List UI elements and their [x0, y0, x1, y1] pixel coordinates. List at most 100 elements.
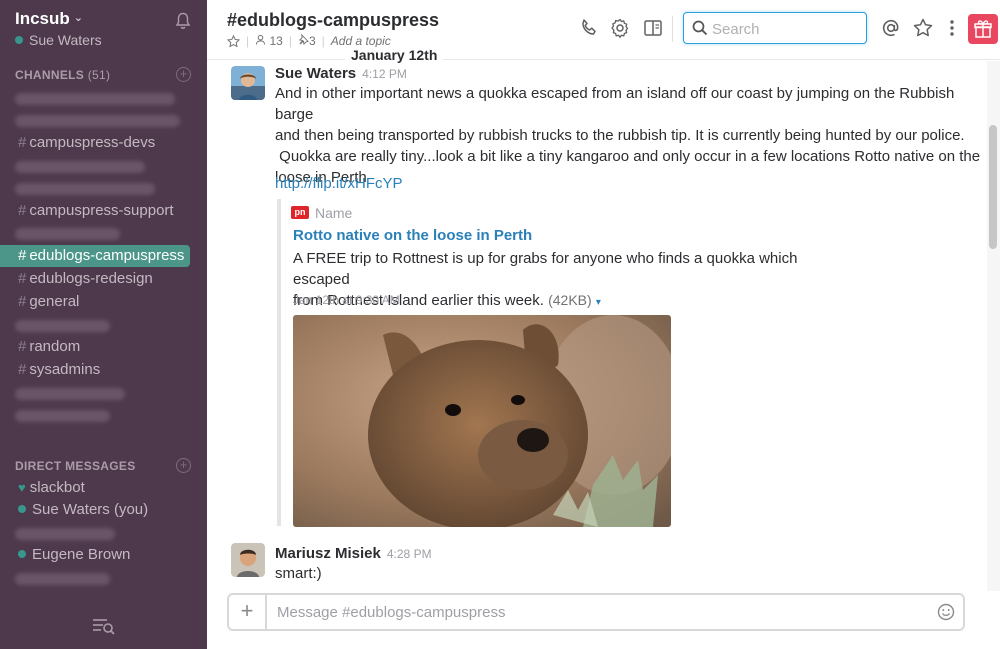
- redacted-channel[interactable]: [15, 93, 175, 105]
- channel-edublogs-redesign[interactable]: # edublogs-redesign: [0, 268, 200, 290]
- channel-header: #edublogs-campuspress | 13 | 3 | Add a t…: [207, 0, 1000, 60]
- channel-label: campuspress-devs: [29, 134, 156, 151]
- message-author[interactable]: Mariusz Misiek 4:28 PM: [275, 545, 432, 562]
- channel-edublogs-campuspress[interactable]: # edublogs-campuspress: [0, 245, 190, 267]
- author-name: Mariusz Misiek: [275, 545, 381, 562]
- chevron-down-icon: ⌄: [73, 12, 84, 24]
- channel-title[interactable]: #edublogs-campuspress: [227, 10, 439, 31]
- channel-label: campuspress-support: [29, 202, 174, 219]
- header-divider: [672, 16, 673, 42]
- message-timestamp[interactable]: 4:28 PM: [387, 547, 432, 561]
- team-name: Incsub: [15, 9, 70, 28]
- sidebar-toggle-icon[interactable]: [642, 17, 664, 39]
- presence-dot: [15, 36, 23, 44]
- gift-button[interactable]: [968, 14, 998, 44]
- dm-heading-label: DIRECT MESSAGES: [15, 459, 136, 473]
- add-file-button[interactable]: +: [229, 595, 267, 629]
- preview-title[interactable]: Rotto native on the loose in Perth: [293, 227, 532, 244]
- avatar[interactable]: [231, 543, 265, 577]
- quokka-photo[interactable]: [293, 315, 671, 527]
- channel-label: edublogs-redesign: [29, 270, 153, 287]
- link-preview: pn Name Rotto native on the loose in Per…: [277, 199, 797, 527]
- redacted-channel[interactable]: [15, 161, 145, 173]
- sidebar: Incsub ⌄ Sue Waters CHANNELS (51) + # camp…: [0, 0, 207, 649]
- emoji-icon[interactable]: [937, 603, 955, 621]
- channel-label: edublogs-campuspress: [29, 247, 185, 264]
- pin-icon: [298, 33, 309, 46]
- redacted-channel[interactable]: [15, 410, 110, 422]
- add-dm-button[interactable]: +: [176, 458, 191, 473]
- channels-heading-label: CHANNELS: [15, 68, 85, 82]
- scroll-thumb[interactable]: [989, 125, 997, 249]
- members-count[interactable]: 13: [255, 34, 283, 48]
- pins-count[interactable]: 3: [298, 33, 316, 48]
- current-user-name: Sue Waters: [29, 32, 102, 48]
- star-outline-icon[interactable]: [227, 34, 240, 48]
- bell-icon[interactable]: [175, 12, 191, 30]
- message-timestamp[interactable]: 4:12 PM: [362, 67, 407, 81]
- message-link[interactable]: http://flip.it/xHFcYP: [275, 175, 403, 192]
- redacted-channel[interactable]: [15, 228, 120, 240]
- collapse-caret-icon[interactable]: ▾: [596, 297, 601, 308]
- phone-icon[interactable]: [578, 17, 600, 39]
- preview-line: A FREE trip to Rottnest is up for grabs …: [293, 250, 798, 288]
- channel-sysadmins[interactable]: # sysadmins: [0, 359, 200, 381]
- search-icon: [692, 20, 708, 36]
- channels-heading[interactable]: CHANNELS (51): [15, 68, 110, 82]
- dm-eugene-brown[interactable]: Eugene Brown: [0, 544, 200, 566]
- avatar[interactable]: [231, 66, 265, 100]
- message-line: and then being transported by rubbish tr…: [275, 127, 965, 144]
- redacted-channel[interactable]: [15, 115, 180, 127]
- channels-count: (51): [87, 68, 111, 82]
- channel-meta: | 13 | 3 | Add a topic: [227, 33, 391, 48]
- channel-general[interactable]: # general: [0, 291, 200, 313]
- dm-label: slackbot: [29, 479, 85, 496]
- message-scrollbar[interactable]: [987, 61, 1000, 591]
- heart-icon: ♥: [18, 480, 26, 495]
- channel-campuspress-devs[interactable]: # campuspress-devs: [0, 132, 200, 154]
- message-body: And in other important news a quokka esc…: [275, 83, 987, 188]
- gift-icon: [974, 20, 992, 38]
- dm-slackbot[interactable]: ♥ slackbot: [0, 477, 200, 499]
- search-box[interactable]: [683, 12, 867, 44]
- person-icon: [255, 34, 266, 45]
- search-input[interactable]: [712, 19, 860, 39]
- current-user[interactable]: Sue Waters: [15, 32, 102, 48]
- message-input[interactable]: [277, 602, 917, 622]
- channel-random[interactable]: # random: [0, 336, 200, 358]
- quick-switcher-icon[interactable]: [92, 617, 116, 635]
- redacted-channel[interactable]: [15, 183, 155, 195]
- author-name: Sue Waters: [275, 65, 357, 82]
- channel-campuspress-support[interactable]: # campuspress-support: [0, 200, 200, 222]
- preview-date: Jan 12th at 9:30 AM: [293, 293, 400, 307]
- add-topic-link[interactable]: Add a topic: [331, 34, 391, 48]
- add-channel-button[interactable]: +: [176, 67, 191, 82]
- dm-label: Sue Waters (you): [32, 501, 149, 518]
- gear-icon[interactable]: [609, 17, 631, 39]
- redacted-channel[interactable]: [15, 388, 125, 400]
- message-line: And in other important news a quokka esc…: [275, 85, 955, 123]
- source-name: Name: [315, 205, 353, 221]
- source-logo-icon: pn: [291, 206, 309, 219]
- channel-label: general: [29, 293, 80, 310]
- redacted-dm[interactable]: [15, 528, 115, 540]
- message-author[interactable]: Sue Waters 4:12 PM: [275, 65, 407, 82]
- mention-icon[interactable]: [880, 17, 902, 39]
- message-body: smart:): [275, 565, 322, 582]
- members-count-value: 13: [269, 34, 283, 48]
- dm-heading[interactable]: DIRECT MESSAGES: [15, 459, 136, 473]
- redacted-channel[interactable]: [15, 320, 110, 332]
- redacted-dm[interactable]: [15, 573, 110, 585]
- more-icon[interactable]: [941, 17, 963, 39]
- channel-label: sysadmins: [29, 361, 101, 378]
- presence-dot: [18, 505, 26, 513]
- dm-sue-waters[interactable]: Sue Waters (you): [0, 499, 200, 521]
- message-list[interactable]: Sue Waters 4:12 PM And in other important…: [207, 61, 987, 591]
- pins-count-value: 3: [308, 34, 316, 48]
- dm-label: Eugene Brown: [32, 546, 131, 563]
- preview-size: (42KB): [548, 292, 592, 308]
- star-icon[interactable]: [912, 17, 934, 39]
- presence-dot: [18, 550, 26, 558]
- message-composer: +: [227, 593, 965, 631]
- team-menu[interactable]: Incsub ⌄: [15, 9, 83, 29]
